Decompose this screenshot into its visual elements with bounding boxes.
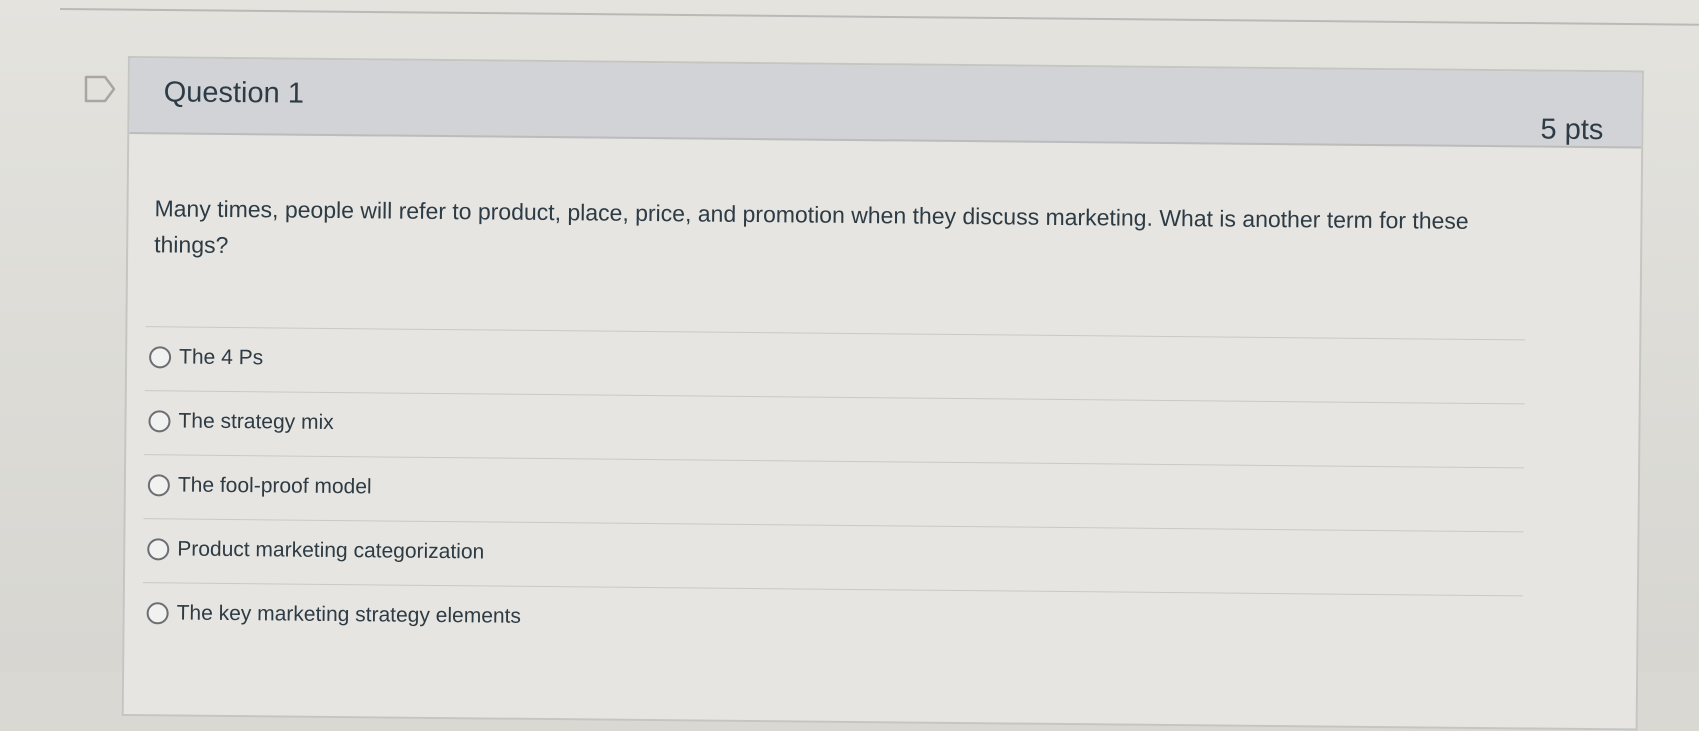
radio-button[interactable]	[149, 346, 172, 369]
question-title: Question 1	[163, 76, 305, 110]
answer-label[interactable]: The strategy mix	[178, 410, 333, 435]
radio-button[interactable]	[147, 538, 170, 561]
screen: Question 1 5 pts Many times, people will…	[0, 0, 1699, 731]
top-divider	[59, 8, 1699, 26]
answer-label[interactable]: The fool-proof model	[178, 473, 372, 499]
answer-label[interactable]: The key marketing strategy elements	[177, 601, 522, 628]
answer-label[interactable]: Product marketing categorization	[177, 537, 484, 564]
question-points: 5 pts	[1540, 113, 1604, 147]
answer-label[interactable]: The 4 Ps	[179, 346, 263, 371]
question-text: Many times, people will refer to product…	[154, 195, 1469, 258]
answer-list: The 4 Ps The strategy mix The fool-proof…	[142, 326, 1526, 660]
radio-button[interactable]	[146, 602, 169, 625]
radio-button[interactable]	[147, 474, 170, 497]
flag-question-icon[interactable]	[83, 74, 117, 104]
answer-option[interactable]: The key marketing strategy elements	[142, 582, 1523, 660]
question-card: Question 1 5 pts Many times, people will…	[121, 56, 1644, 731]
radio-button[interactable]	[148, 410, 171, 433]
question-header: Question 1 5 pts	[129, 58, 1642, 149]
